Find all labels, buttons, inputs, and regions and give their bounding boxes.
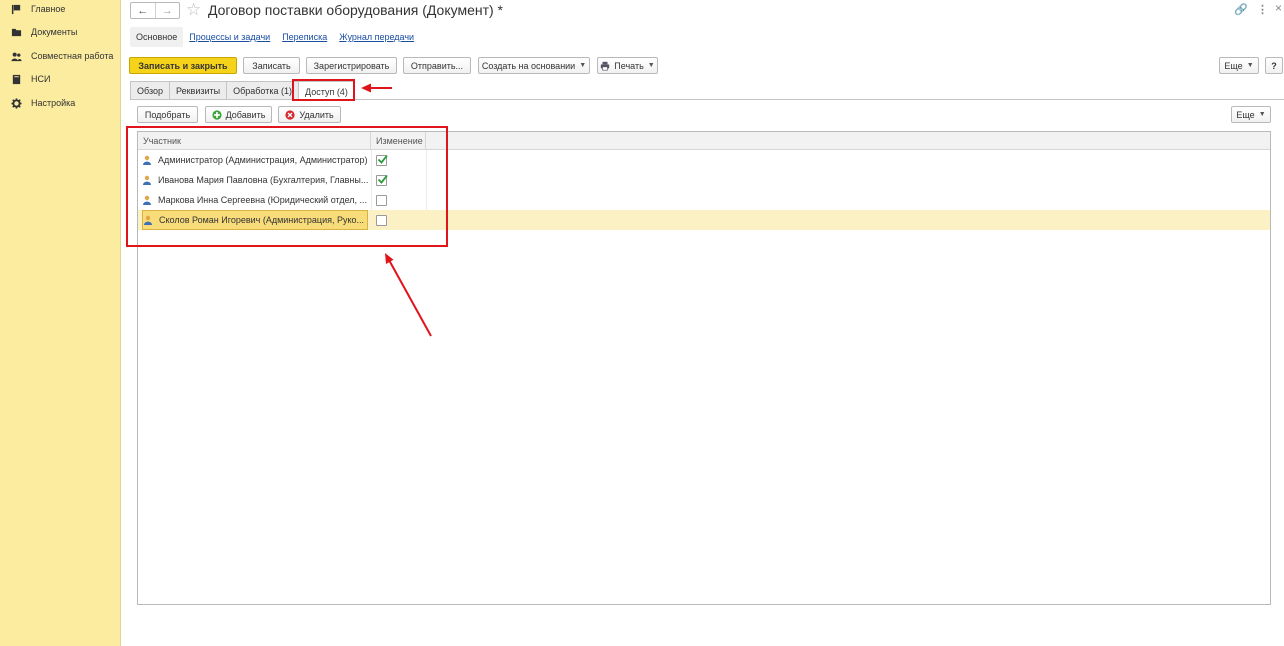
delete-label: Удалить — [299, 109, 334, 120]
back-button[interactable]: ← — [131, 3, 155, 18]
sidebar-item-label: Настройка — [31, 98, 76, 108]
folder-icon — [10, 26, 22, 38]
history-nav: ← → — [130, 2, 180, 19]
add-button[interactable]: Добавить — [205, 106, 272, 123]
chevron-down-icon: ▼ — [579, 62, 587, 69]
sidebar-item-collaboration[interactable]: Совместная работа — [10, 48, 113, 64]
register-button[interactable]: Зарегистрировать — [306, 57, 397, 74]
sidebar-item-nsi[interactable]: НСИ — [10, 71, 50, 87]
section-main[interactable]: Основное — [130, 27, 184, 47]
more-label: Еще — [1236, 109, 1255, 120]
send-button[interactable]: Отправить... — [403, 57, 471, 74]
print-button[interactable]: Печать ▼ — [597, 57, 658, 74]
flag-icon — [10, 3, 22, 15]
create-based-on-button[interactable]: Создать на основании ▼ — [478, 57, 590, 74]
save-button[interactable]: Записать — [243, 57, 300, 74]
gear-icon — [10, 97, 22, 109]
sidebar-item-label: НСИ — [31, 74, 51, 84]
print-label: Печать — [614, 60, 644, 71]
printer-icon — [600, 61, 610, 71]
sidebar-item-main[interactable]: Главное — [10, 1, 65, 17]
page-title: Договор поставки оборудования (Документ)… — [208, 2, 503, 18]
sidebar-item-label: Документы — [31, 27, 78, 37]
sidebar-item-label: Совместная работа — [31, 51, 114, 61]
add-icon — [212, 109, 222, 120]
tab-processing[interactable]: Обработка (1) — [226, 81, 300, 100]
sidebar: Главное Документы Совместная работа НСИ … — [0, 0, 121, 646]
book-icon — [10, 73, 22, 85]
annotation-arrow-tab — [361, 83, 392, 93]
more-options-icon[interactable]: ⋮ — [1257, 3, 1268, 16]
users-icon — [10, 50, 22, 62]
sidebar-item-settings[interactable]: Настройка — [10, 95, 75, 111]
favorite-star-icon[interactable]: ☆ — [186, 1, 201, 19]
more-button[interactable]: Еще ▼ — [1219, 57, 1259, 74]
sidebar-item-label: Главное — [31, 4, 66, 14]
chevron-down-icon: ▼ — [647, 62, 655, 69]
forward-button[interactable]: → — [154, 3, 180, 18]
pick-button[interactable]: Подобрать — [137, 106, 198, 123]
table-more-button[interactable]: Еще ▼ — [1231, 106, 1271, 123]
close-icon[interactable]: × — [1275, 1, 1282, 15]
sidebar-item-documents[interactable]: Документы — [10, 24, 77, 40]
section-processes[interactable]: Процессы и задачи — [183, 27, 276, 47]
tab-details[interactable]: Реквизиты — [169, 81, 228, 100]
help-button[interactable]: ? — [1265, 57, 1283, 74]
section-nav: Основное Процессы и задачи Переписка Жур… — [130, 27, 420, 47]
tab-overview[interactable]: Обзор — [130, 81, 170, 100]
section-transfer-log[interactable]: Журнал передачи — [333, 27, 420, 47]
section-correspondence[interactable]: Переписка — [276, 27, 333, 47]
delete-icon — [285, 109, 295, 120]
chevron-down-icon: ▼ — [1246, 62, 1254, 69]
chevron-down-icon: ▼ — [1258, 111, 1266, 118]
more-label: Еще — [1224, 60, 1243, 71]
annotation-highlight-table — [126, 126, 448, 247]
delete-button[interactable]: Удалить — [278, 106, 341, 123]
save-and-close-button[interactable]: Записать и закрыть — [129, 57, 237, 74]
document-window: Главное Документы Совместная работа НСИ … — [0, 0, 1284, 646]
link-icon[interactable]: 🔗 — [1234, 3, 1248, 16]
annotation-highlight-access-tab — [292, 79, 355, 101]
add-label: Добавить — [225, 109, 266, 120]
create-based-on-label: Создать на основании — [481, 60, 576, 71]
